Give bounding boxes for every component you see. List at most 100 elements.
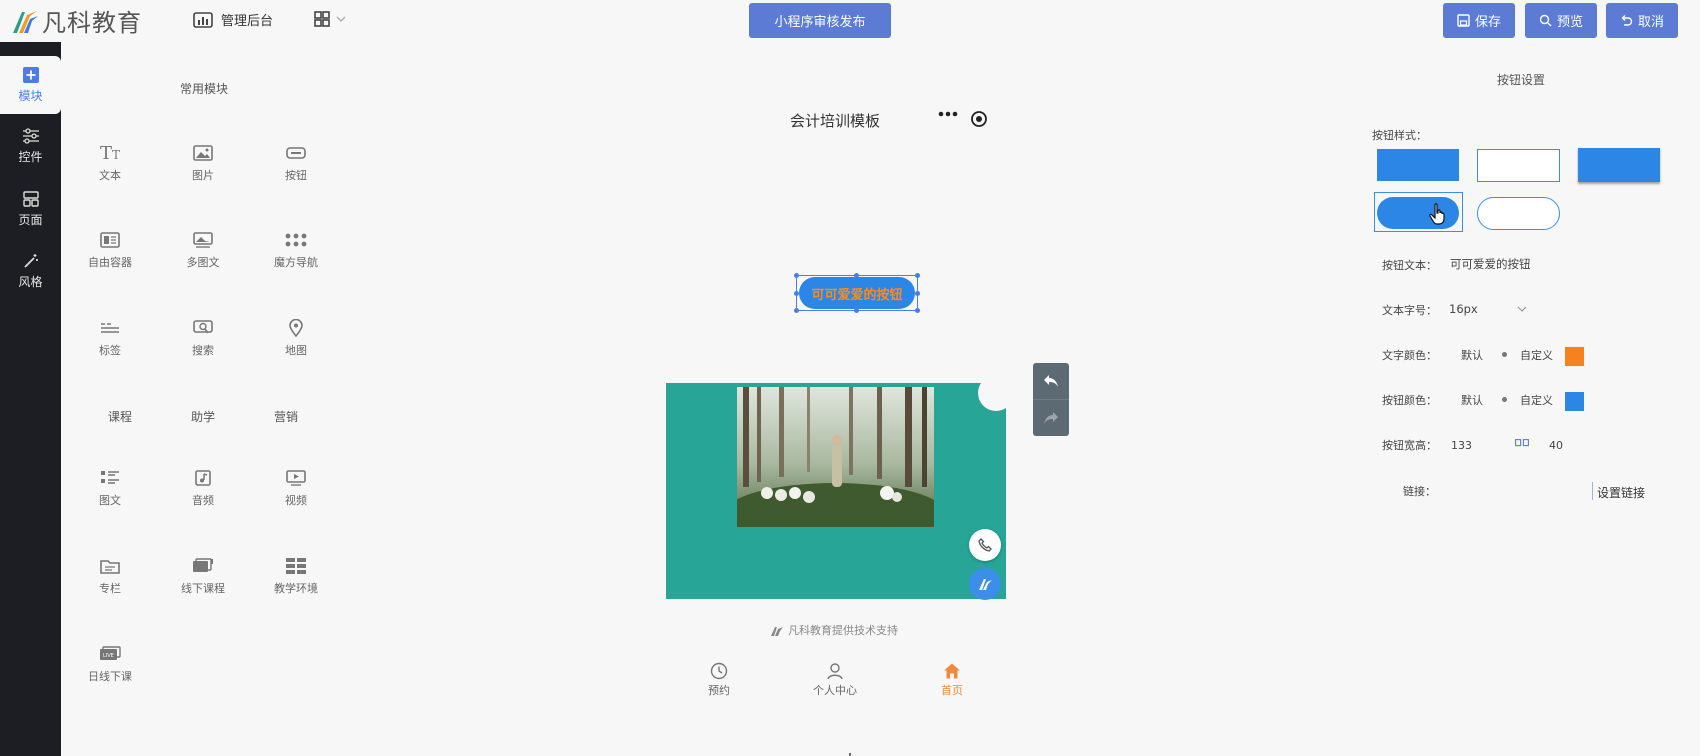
module-label: 音频 (192, 494, 214, 507)
user-icon (827, 663, 843, 680)
sidebar-item-modules[interactable]: 模块 (0, 56, 61, 114)
module-free-container[interactable]: 自由容器 (70, 228, 150, 270)
module-label: 标签 (99, 344, 121, 357)
brand-small-icon (771, 627, 783, 636)
sidebar-item-controls[interactable]: 控件 (0, 117, 61, 175)
nav-tab-home[interactable]: 首页 (912, 662, 992, 698)
resize-handle[interactable] (915, 291, 920, 296)
category-tab-study[interactable]: 助学 (191, 408, 215, 425)
brand-float-button[interactable] (969, 568, 1001, 600)
button-color-swatch[interactable] (1565, 392, 1584, 411)
preview-button[interactable]: 预览 (1525, 3, 1597, 38)
video-icon (286, 466, 306, 490)
module-label: 教学环境 (274, 582, 318, 595)
cancel-button[interactable]: 取消 (1606, 3, 1678, 38)
preview-button-element[interactable]: 可可爱爱的按钮 (799, 277, 915, 309)
module-label: 视频 (285, 494, 307, 507)
button-color-custom-option[interactable]: 自定义 (1520, 392, 1553, 408)
image-icon (193, 141, 213, 165)
chevron-down-icon (336, 16, 346, 22)
radio-selected-dot[interactable] (1502, 397, 1507, 402)
font-size-select[interactable]: 16px (1449, 301, 1527, 317)
module-map[interactable]: 地图 (256, 316, 336, 358)
text-color-label: 文字颜色： (1382, 349, 1437, 362)
module-tabs[interactable]: 标签 (70, 316, 150, 358)
button-text-value[interactable]: 可可爱爱的按钮 (1450, 256, 1531, 272)
module-label: 魔方导航 (274, 256, 318, 269)
resize-handle[interactable] (794, 273, 799, 278)
sidebar-item-label: 控件 (18, 149, 43, 164)
module-button[interactable]: 按钮 (256, 141, 336, 183)
resize-handle[interactable] (915, 273, 920, 278)
nav-tab-booking[interactable]: 预约 (679, 662, 759, 698)
module-label: 线下课程 (181, 582, 225, 595)
style-option-shadow[interactable] (1578, 148, 1660, 182)
button-color-default-option[interactable]: 默认 (1461, 392, 1483, 408)
apps-menu-button[interactable] (314, 11, 346, 27)
banner-photo[interactable] (737, 387, 934, 527)
radio-selected-dot[interactable] (1502, 352, 1507, 357)
module-environment[interactable]: 教学环境 (256, 554, 336, 596)
resize-handle[interactable] (915, 308, 920, 313)
resize-handle[interactable] (794, 291, 799, 296)
publish-button[interactable]: 小程序审核发布 (749, 3, 891, 38)
brand-logo-icon (979, 579, 992, 590)
category-tab-marketing[interactable]: 营销 (274, 408, 298, 425)
sliders-icon (22, 127, 39, 144)
target-icon[interactable] (970, 110, 988, 128)
svg-text:LIVE: LIVE (103, 653, 114, 659)
text-color-custom-option[interactable]: 自定义 (1520, 347, 1553, 363)
admin-link[interactable]: 管理后台 (193, 10, 273, 29)
more-dots-icon[interactable] (938, 110, 958, 118)
category-tab-course[interactable]: 课程 (108, 408, 132, 425)
bar-chart-icon (193, 11, 213, 28)
text-color-swatch[interactable] (1565, 347, 1584, 366)
live-icon: LIVE (99, 642, 121, 666)
resize-handle[interactable] (854, 273, 859, 278)
save-button[interactable]: 保存 (1443, 3, 1515, 38)
button-color-label: 按钮颜色： (1382, 394, 1437, 407)
tech-support-note: 凡科教育提供技术支持 (770, 622, 898, 638)
undo-button[interactable] (1033, 363, 1069, 399)
module-label: 地图 (285, 344, 307, 357)
tabs-icon (100, 316, 120, 340)
module-image[interactable]: 图片 (163, 141, 243, 183)
style-option-filled[interactable] (1377, 149, 1459, 181)
module-audio[interactable]: 音频 (163, 466, 243, 508)
module-label: 文本 (99, 169, 121, 182)
module-column[interactable]: 专栏 (70, 554, 150, 596)
redo-arrow-icon (1044, 411, 1058, 424)
link-ratio-icon[interactable] (1515, 439, 1529, 447)
module-video[interactable]: 视频 (256, 466, 336, 508)
offline-course-icon (192, 554, 214, 578)
text-icon: TT (99, 142, 121, 164)
resize-handle[interactable] (854, 308, 859, 313)
phone-button[interactable] (969, 529, 1001, 561)
nav-tab-profile[interactable]: 个人中心 (795, 662, 875, 698)
module-offline-course[interactable]: 线下课程 (163, 554, 243, 596)
redo-button[interactable] (1033, 399, 1069, 435)
set-link-button[interactable]: 设置链接 (1597, 484, 1645, 501)
resize-handle[interactable] (794, 308, 799, 313)
style-option-rounded-outline[interactable] (1477, 197, 1560, 230)
text-color-default-option[interactable]: 默认 (1461, 347, 1483, 363)
support-text: 凡科教育提供技术支持 (788, 624, 898, 637)
height-value[interactable]: 40 (1549, 439, 1563, 452)
module-multi-image[interactable]: 多图文 (163, 228, 243, 270)
module-live[interactable]: LIVE 日线下课 (70, 642, 150, 684)
search-icon (1539, 14, 1552, 27)
phone-icon (978, 538, 992, 552)
module-label: 搜索 (192, 344, 214, 357)
history-panel (1033, 363, 1069, 436)
module-grid-nav[interactable]: 魔方导航 (256, 228, 336, 270)
module-article[interactable]: 图文 (70, 466, 150, 508)
style-option-outline[interactable] (1477, 149, 1560, 182)
font-size-value: 16px (1449, 302, 1478, 316)
sidebar-item-pages[interactable]: 页面 (0, 180, 61, 238)
button-text-label: 按钮文本： (1382, 259, 1437, 272)
sidebar-item-label: 页面 (18, 212, 43, 227)
width-value[interactable]: 133 (1451, 439, 1472, 452)
module-text[interactable]: TT 文本 (70, 141, 150, 183)
module-search[interactable]: 搜索 (163, 316, 243, 358)
sidebar-item-style[interactable]: 风格 (0, 242, 61, 300)
